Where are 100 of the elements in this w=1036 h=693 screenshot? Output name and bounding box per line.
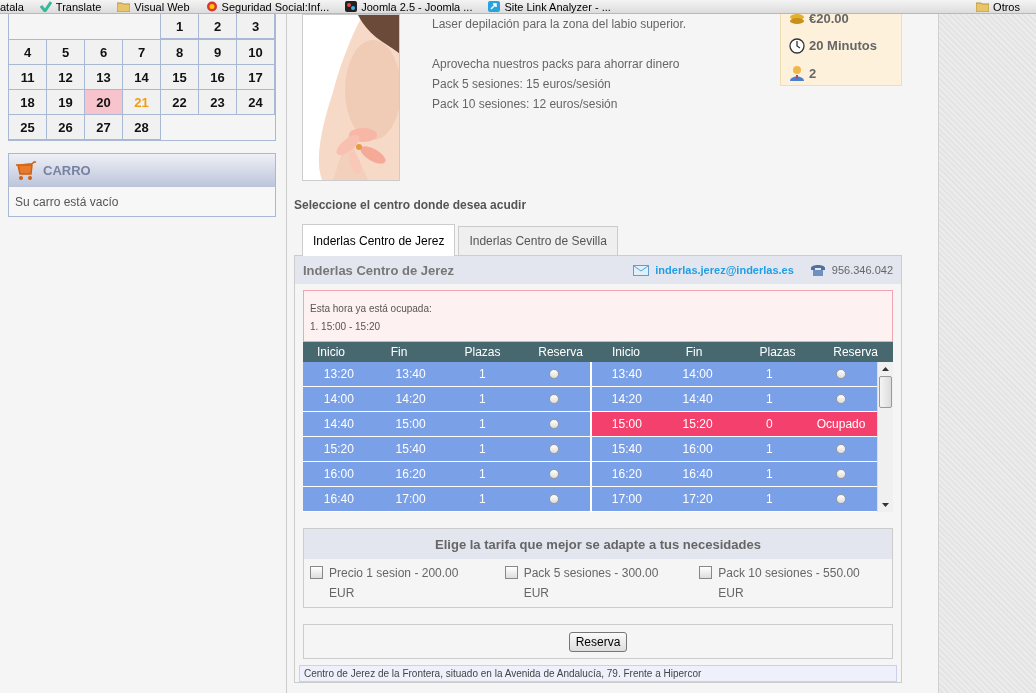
scroll-thumb[interactable]	[879, 376, 892, 408]
info-text: €20.00	[809, 14, 849, 26]
bookmark-folder[interactable]: Otros	[976, 0, 1020, 13]
calendar-day[interactable]: 13	[84, 64, 123, 90]
cart-message: Su carro está vacío	[14, 194, 120, 211]
checkbox[interactable]	[699, 566, 713, 579]
calendar-day[interactable]: 1	[160, 13, 199, 39]
section-heading: Seleccione el centro donde desea acudir	[294, 198, 528, 214]
clock-icon	[789, 37, 805, 54]
arrow-icon	[488, 1, 501, 12]
scroll-down-icon[interactable]	[882, 503, 889, 508]
places-cell-text: 1	[478, 416, 487, 433]
bookmark[interactable]: atala	[0, 0, 24, 13]
cart-title: CARRO	[43, 163, 91, 178]
calendar-day[interactable]: 27	[84, 114, 123, 140]
radio-button[interactable]	[836, 444, 847, 454]
scroll-up-icon[interactable]	[882, 366, 889, 371]
radio-button[interactable]	[549, 419, 560, 429]
bookmark[interactable]: Visual Web	[117, 0, 190, 13]
calendar-day[interactable]: 23	[198, 89, 237, 115]
column-header: Plazas	[758, 345, 797, 359]
radio-button[interactable]	[836, 494, 847, 504]
time-cell-text: 14:20	[394, 391, 427, 408]
places-cell-text: 1	[765, 366, 774, 383]
time-cell: 15:20	[661, 412, 734, 436]
folder-icon	[117, 1, 131, 12]
calendar-day[interactable]: 3	[236, 13, 275, 39]
places-cell-text: 1	[765, 391, 774, 408]
calendar-day[interactable]: 18	[8, 89, 47, 115]
reserve-button[interactable]: Reserva	[568, 631, 628, 652]
coins-icon	[789, 14, 805, 25]
radio-button[interactable]	[549, 369, 560, 379]
places-cell-text: 1	[765, 491, 774, 508]
calendar-day[interactable]: 6	[84, 39, 123, 65]
rate-label: Pack 10 sesiones - 550.00 EUR	[718, 565, 861, 602]
description-text: Aprovecha nuestros packs para ahorrar dinero	[432, 56, 681, 73]
radio-button[interactable]	[836, 394, 847, 404]
places-cell: 0	[733, 412, 806, 436]
time-cell-text: 14:00	[681, 366, 714, 383]
radio-button[interactable]	[836, 469, 847, 479]
alert-title: Esta hora ya está ocupada:	[310, 302, 433, 316]
calendar-day[interactable]: 17	[236, 64, 275, 90]
calendar-day[interactable]: 5	[46, 39, 85, 65]
column-header: Reserva	[537, 345, 584, 359]
calendar-day[interactable]: 14	[122, 64, 161, 90]
calendar-day[interactable]: 10	[236, 39, 275, 65]
calendar-day[interactable]: 2	[198, 13, 237, 39]
calendar-day[interactable]: 15	[160, 64, 199, 90]
places-cell-text: 1	[478, 466, 487, 483]
phone-number: 956.346.042	[831, 264, 893, 276]
column-header: Fin	[684, 345, 704, 359]
phone-icon	[809, 263, 826, 277]
column-header: Inicio	[316, 345, 346, 359]
bookmark[interactable]: Joomla 2.5 - Joomla ...	[345, 0, 473, 13]
radio-button[interactable]	[549, 469, 560, 479]
bookmark[interactable]: Seguridad Social:Inf...	[205, 0, 330, 13]
time-cell-text: 15:00	[394, 416, 427, 433]
calendar-day[interactable]: 11	[8, 64, 47, 90]
calendar-day[interactable]: 19	[46, 89, 85, 115]
calendar-day[interactable]: 12	[46, 64, 85, 90]
time-cell-text: 17:20	[681, 491, 714, 508]
time-cell-text: 15:40	[394, 441, 427, 458]
calendar-day[interactable]: 28	[122, 114, 161, 140]
time-cell-text: 14:40	[681, 391, 714, 408]
rate-label: Precio 1 sesion - 200.00 EUR	[329, 565, 460, 602]
scrollbar[interactable]	[877, 362, 893, 512]
checkbox[interactable]	[310, 566, 323, 579]
footer-note: Centro de Jerez de la Frontera, situado en la Avenida de Andalucía, 79. Frente a Hipercor	[299, 665, 897, 682]
center-name: Inderlas Centro de Jerez	[303, 262, 455, 278]
bookmark[interactable]: Site Link Analyzer - ...	[488, 0, 611, 13]
time-cell: 16:20	[590, 462, 662, 486]
calendar-day[interactable]: 8	[160, 39, 199, 65]
calendar-day[interactable]: 20	[84, 89, 123, 115]
calendar-day[interactable]: 24	[236, 89, 275, 115]
calendar-day[interactable]: 16	[198, 64, 237, 90]
tab[interactable]: Inderlas Centro de Jerez	[302, 224, 456, 256]
radio-button[interactable]	[836, 369, 847, 379]
calendar-day[interactable]: 7	[122, 39, 161, 65]
rate-label: Pack 5 sesiones - 300.00 EUR	[523, 565, 660, 602]
calendar-day[interactable]: 22	[160, 89, 199, 115]
tab[interactable]: Inderlas Centro de Sevilla	[458, 226, 618, 255]
description-text: Pack 10 sesiones: 12 euros/sesión	[432, 96, 619, 113]
time-cell-text: 16:40	[322, 491, 355, 508]
checkbox[interactable]	[504, 566, 518, 579]
radio-button[interactable]	[549, 444, 560, 454]
column-header: Reserva	[832, 345, 879, 359]
places-cell-text: 1	[478, 491, 487, 508]
calendar-day[interactable]: 25	[8, 114, 47, 140]
calendar-day[interactable]: 26	[46, 114, 85, 140]
time-cell: 13:40	[590, 362, 662, 386]
seal-icon	[205, 1, 218, 12]
calendar-day[interactable]: 4	[8, 39, 47, 65]
column-header: Fin	[389, 345, 409, 359]
alert-item: 1. 15:00 - 15:20	[310, 320, 382, 334]
radio-button[interactable]	[549, 494, 560, 504]
radio-button[interactable]	[549, 394, 560, 404]
calendar-day[interactable]: 9	[198, 39, 237, 65]
status-text: Ocupado	[816, 417, 866, 431]
bookmark[interactable]: Translate	[39, 0, 102, 13]
description-text: Laser depilación para la zona del labio superior.	[432, 16, 688, 33]
